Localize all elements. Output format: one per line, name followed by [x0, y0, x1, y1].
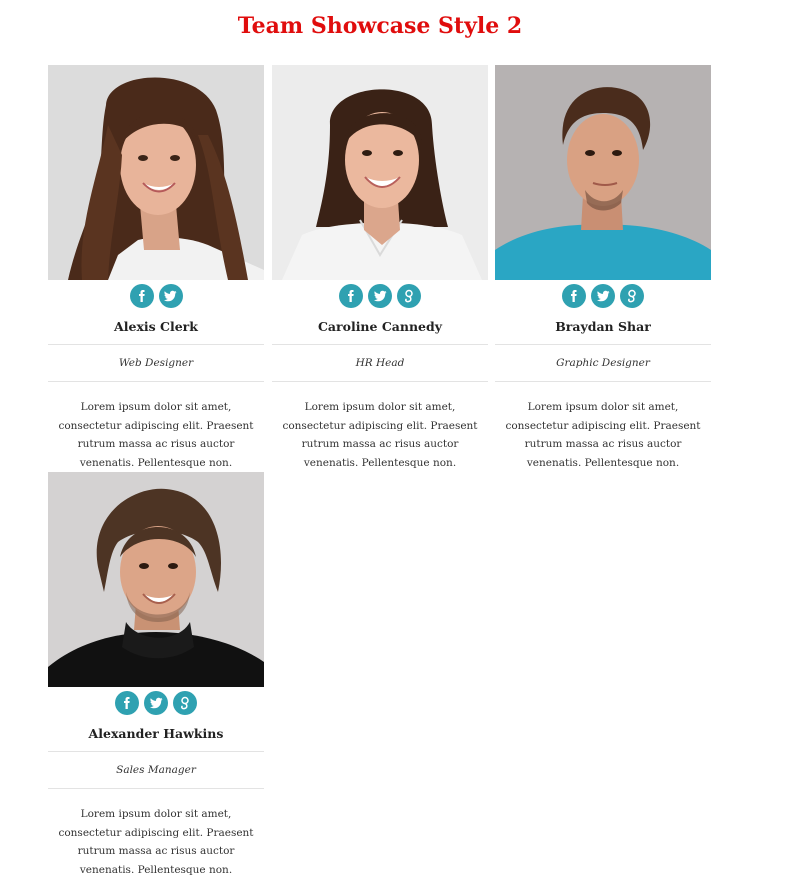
social-links [272, 280, 488, 312]
facebook-icon[interactable] [339, 284, 363, 308]
facebook-icon[interactable] [562, 284, 586, 308]
twitter-icon[interactable] [158, 284, 183, 308]
facebook-icon[interactable] [115, 691, 139, 715]
member-name: Alexander Hawkins [48, 719, 264, 752]
member-description: Lorem ipsum dolor sit amet, consectetur … [282, 401, 478, 469]
google-plus-icon[interactable] [397, 284, 421, 308]
member-photo [48, 472, 264, 687]
member-role: Web Designer [48, 345, 264, 382]
member-name: Caroline Cannedy [272, 312, 488, 345]
member-description: Lorem ipsum dolor sit amet, consectetur … [505, 401, 701, 469]
member-photo [48, 65, 264, 280]
google-plus-icon[interactable] [173, 691, 197, 715]
member-role: Sales Manager [48, 752, 264, 789]
twitter-icon[interactable] [368, 284, 392, 308]
twitter-icon[interactable] [591, 284, 615, 308]
team-member-card: Alexander Hawkins Sales Manager Lorem ip… [48, 472, 264, 879]
social-links [48, 280, 264, 312]
google-plus-icon[interactable] [620, 284, 644, 308]
member-photo [495, 65, 711, 280]
member-photo [272, 65, 488, 280]
team-member-card: Alexis Clerk Web Designer Lorem ipsum do… [48, 65, 264, 472]
member-role: Graphic Designer [495, 345, 711, 382]
member-name: Braydan Shar [495, 312, 711, 345]
social-links [48, 687, 264, 719]
member-description: Lorem ipsum dolor sit amet, consectetur … [58, 808, 254, 876]
team-member-card: Caroline Cannedy HR Head Lorem ipsum dol… [272, 65, 488, 472]
team-member-card: Braydan Shar Graphic Designer Lorem ipsu… [495, 65, 711, 472]
member-description: Lorem ipsum dolor sit amet, consectetur … [58, 401, 254, 469]
facebook-icon[interactable] [129, 284, 154, 308]
twitter-icon[interactable] [144, 691, 168, 715]
member-name: Alexis Clerk [48, 312, 264, 345]
page-title: Team Showcase Style 2 [237, 13, 523, 39]
member-role: HR Head [272, 345, 488, 382]
social-links [495, 280, 711, 312]
